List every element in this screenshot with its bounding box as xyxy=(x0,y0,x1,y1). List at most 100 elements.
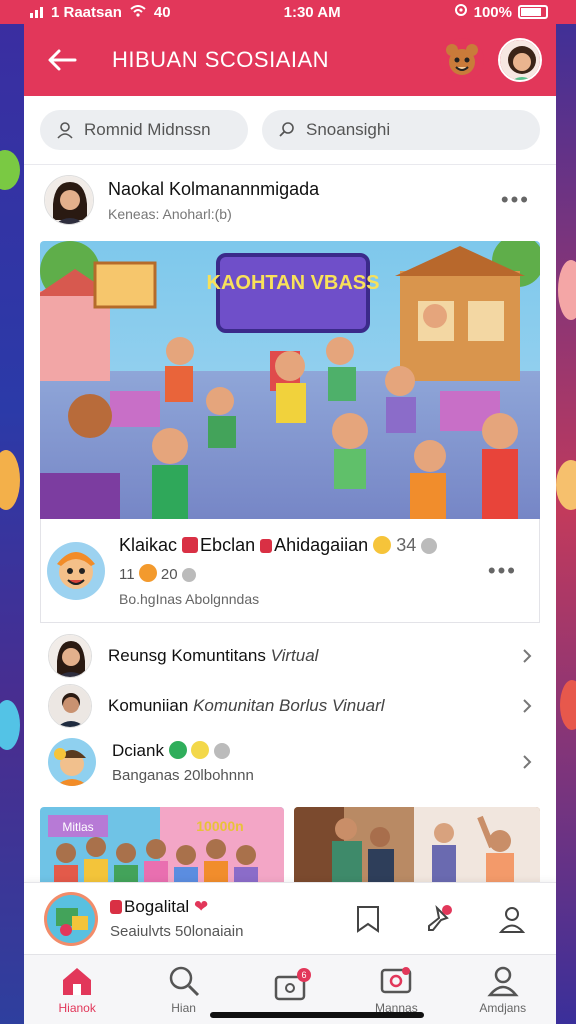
tag-icon xyxy=(182,536,199,553)
community-name: Bogalital xyxy=(124,897,190,916)
post-more-button[interactable]: ••• xyxy=(495,187,536,213)
hero-image[interactable]: KAOHTAN VBASS xyxy=(40,241,540,519)
group-member-count: 34 xyxy=(396,534,417,555)
group-name-c: Ahidagaiian xyxy=(274,534,369,555)
carrier-label: 1 Raatsan xyxy=(51,3,122,21)
nav-home-label: Hianok xyxy=(58,1000,96,1015)
search-pill[interactable]: Snoansighi xyxy=(262,110,540,150)
list-title-1: Reunsg Komuntitans xyxy=(108,646,266,665)
tag-icon xyxy=(260,538,273,553)
battery-icon xyxy=(518,5,548,19)
nav-profile[interactable]: Amdjans xyxy=(458,965,548,1015)
poster-avatar[interactable] xyxy=(44,175,94,225)
signal-icon xyxy=(30,6,43,18)
post-header: Naokal Kolmanannmigada Keneas: Anoharl:(… xyxy=(24,165,556,237)
profile-button[interactable] xyxy=(496,903,528,935)
nav-search-label: Hian xyxy=(171,1000,196,1015)
heart-emoji-icon xyxy=(138,563,157,582)
group-avatar[interactable] xyxy=(47,541,105,600)
list-title-italic-2: Komunitan Borlus Vinuarl xyxy=(193,696,385,715)
community-mini-bar[interactable]: Bogalital ❤ Seaiulvts 50lonaiain xyxy=(24,882,556,954)
community-name-row: Bogalital ❤ xyxy=(110,897,312,917)
info-icon xyxy=(214,742,231,759)
app-header: HIBUAN SCOSIAIAN xyxy=(24,24,556,96)
messages-badge: 6 xyxy=(296,967,311,982)
app-window: HIBUAN SCOSIAIAN Romnid Midnssn Snoansig… xyxy=(24,24,556,1024)
thumbnail-activity-photo[interactable] xyxy=(294,807,540,891)
poster-name[interactable]: Naokal Kolmanannmigada xyxy=(108,179,495,200)
people-search-pill[interactable]: Romnid Midnssn xyxy=(40,110,248,150)
search-icon xyxy=(169,966,199,996)
list-avatar-2 xyxy=(48,684,92,728)
community-subtitle: Seaiulvts 50lonaiain xyxy=(110,923,244,940)
signal-extra: 40 xyxy=(153,3,171,21)
info-icon xyxy=(421,537,438,554)
tag-icon xyxy=(110,900,122,914)
location-icon xyxy=(454,3,468,21)
community-avatar[interactable] xyxy=(44,891,98,946)
user-avatar[interactable] xyxy=(498,38,542,82)
arrow-left-icon xyxy=(48,49,77,71)
group-meta-a: 11 xyxy=(119,565,135,583)
pin-icon xyxy=(428,904,452,931)
list-title-3: Dciank xyxy=(112,740,164,760)
clock: 1:30 AM xyxy=(283,3,341,21)
heart-icon: ❤ xyxy=(193,897,209,916)
list-title-italic-1: Virtual xyxy=(270,646,319,665)
group-subtitle: Bo.hgInas Abolgnndas xyxy=(119,590,260,607)
group-card[interactable]: Klaikac Ebclan Ahidagaiian 34 11 20 Bo.h… xyxy=(40,519,540,623)
person-icon xyxy=(498,906,526,933)
bookmark-button[interactable] xyxy=(352,903,384,935)
photo-thumbnails: Mitlas 10000n xyxy=(24,807,556,891)
chevron-right-icon xyxy=(523,649,532,663)
status-bar: 1 Raatsan 40 1:30 AM 100% xyxy=(0,0,576,24)
nav-profile-label: Amdjans xyxy=(479,1000,527,1015)
heart-icon xyxy=(168,740,187,759)
home-icon xyxy=(63,967,92,995)
media-icon xyxy=(381,966,412,993)
home-indicator[interactable] xyxy=(210,1012,424,1018)
back-button[interactable] xyxy=(42,40,82,80)
search-row: Romnid Midnssn Snoansighi xyxy=(24,96,556,165)
thumbnail-label-1: Mitlas xyxy=(62,820,93,834)
info-icon xyxy=(181,567,196,582)
hero-sign-text: KAOHTAN VBASS xyxy=(207,272,380,294)
chevron-right-icon xyxy=(523,699,532,713)
background-art-right xyxy=(556,0,576,1024)
wifi-icon xyxy=(130,4,146,21)
background-art-left xyxy=(0,0,24,1024)
list-avatar-1 xyxy=(48,634,92,678)
list-sub-3: Banganas 20lbohnnn xyxy=(112,766,254,784)
list-item-2[interactable]: Komuniian Komunitan Borlus Vinuarl xyxy=(24,681,556,731)
search-icon xyxy=(279,122,294,137)
list-item-1[interactable]: Reunsg Komuntitans Virtual xyxy=(24,631,556,681)
group-meta-b: 20 xyxy=(160,565,178,583)
chevron-right-icon xyxy=(523,755,532,769)
battery-percent: 100% xyxy=(473,3,512,21)
smile-emoji-icon xyxy=(373,535,392,554)
pin-button[interactable] xyxy=(424,903,456,935)
group-name-a: Klaikac xyxy=(119,534,178,555)
list-item-3[interactable]: Dciank Banganas 20lbohnnn xyxy=(24,731,556,793)
nav-media[interactable]: Mannas xyxy=(351,965,441,1015)
poster-subtitle: Keneas: Anoharl:(b) xyxy=(108,205,232,222)
list-avatar-3 xyxy=(48,738,96,786)
group-meta: 11 20 xyxy=(119,563,482,583)
nav-search[interactable]: Hian xyxy=(139,965,229,1015)
group-name-b: Ebclan xyxy=(200,534,256,555)
search-label: Snoansighi xyxy=(306,120,391,139)
mascot-avatar[interactable] xyxy=(440,38,484,82)
nav-messages[interactable]: 6 xyxy=(245,967,335,1008)
thumbnail-group-photo[interactable]: Mitlas 10000n xyxy=(40,807,284,891)
bookmark-icon xyxy=(357,905,379,933)
nav-home[interactable]: Hianok xyxy=(32,965,122,1015)
people-search-label: Romnid Midnssn xyxy=(84,120,211,139)
person-icon xyxy=(57,122,73,139)
page-title: HIBUAN SCOSIAIAN xyxy=(112,47,330,72)
smile-emoji-icon xyxy=(191,740,210,759)
thumbnail-label-2: 10000n xyxy=(196,818,243,834)
list-title-2: Komuniian xyxy=(108,696,189,715)
profile-icon xyxy=(487,966,519,996)
group-name[interactable]: Klaikac Ebclan Ahidagaiian 34 xyxy=(119,535,482,556)
group-more-button[interactable]: ••• xyxy=(482,558,523,584)
